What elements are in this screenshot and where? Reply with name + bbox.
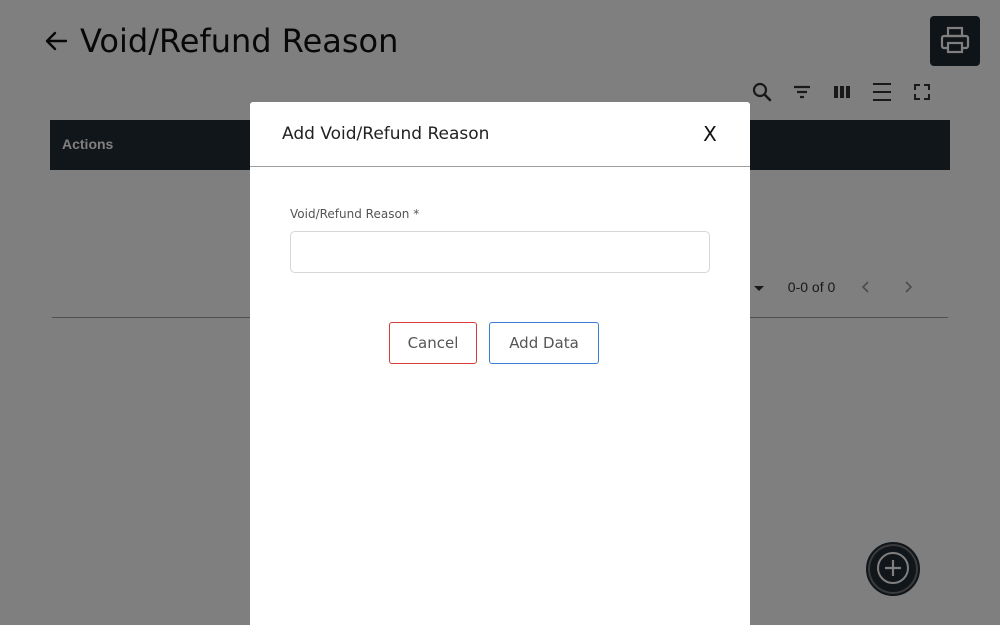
dialog-title: Add Void/Refund Reason (282, 124, 490, 144)
add-data-button[interactable]: Add Data (489, 322, 599, 364)
reason-field-label: Void/Refund Reason * (290, 207, 420, 221)
reason-input[interactable] (290, 231, 710, 273)
cancel-button[interactable]: Cancel (389, 322, 477, 364)
dialog-header: Add Void/Refund Reason X (250, 102, 750, 167)
close-button[interactable]: X (696, 118, 724, 150)
add-reason-dialog: Add Void/Refund Reason X Void/Refund Rea… (250, 102, 750, 625)
